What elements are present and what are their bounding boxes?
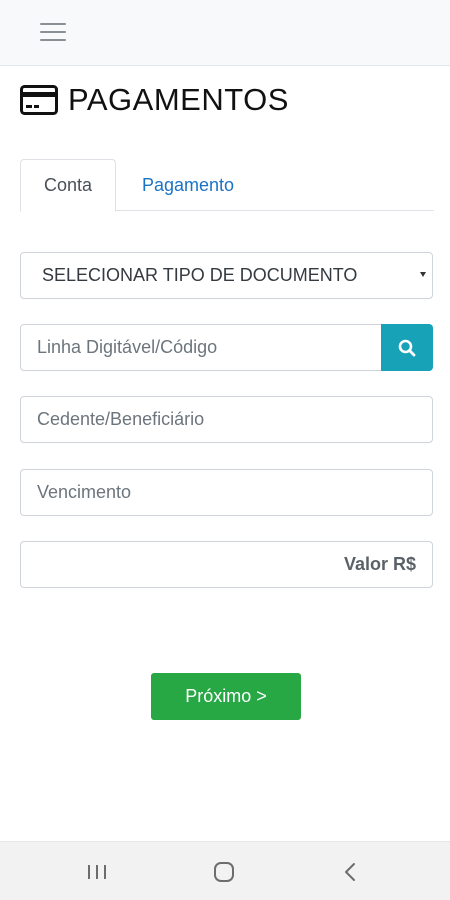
valor-placeholder: Valor R$: [343, 554, 416, 574]
top-bar: [0, 0, 450, 66]
barcode-placeholder: Linha Digitável/Código: [37, 337, 218, 357]
recent-apps-button[interactable]: [67, 842, 127, 900]
page-title: PAGAMENTOS: [68, 82, 289, 117]
next-button[interactable]: Próximo >: [151, 673, 301, 720]
credit-card-icon: [20, 85, 58, 115]
vencimento-placeholder: Vencimento: [37, 482, 132, 502]
search-icon: [398, 339, 416, 356]
page-header: PAGAMENTOS: [20, 80, 289, 120]
document-type-value: SELECIONAR TIPO DE DOCUMENTO: [42, 265, 358, 285]
tab-bar: Conta Pagamento: [20, 159, 434, 212]
search-button[interactable]: [381, 324, 433, 371]
dropdown-caret-icon: [420, 272, 426, 277]
back-icon: [345, 863, 355, 881]
barcode-input[interactable]: Linha Digitável/Código: [20, 324, 382, 371]
tab-conta[interactable]: Conta: [20, 159, 116, 212]
tab-pagamento[interactable]: Pagamento: [120, 159, 256, 211]
recent-apps-icon: [88, 865, 106, 879]
back-button[interactable]: [320, 842, 380, 900]
android-nav-bar: [0, 841, 450, 900]
home-icon: [214, 862, 234, 882]
document-type-select[interactable]: SELECIONAR TIPO DE DOCUMENTO: [20, 252, 433, 299]
vencimento-input[interactable]: Vencimento: [20, 469, 433, 516]
cedente-input[interactable]: Cedente/Beneficiário: [20, 396, 433, 443]
valor-input[interactable]: Valor R$: [20, 541, 433, 588]
cedente-placeholder: Cedente/Beneficiário: [37, 409, 205, 429]
hamburger-menu-icon[interactable]: [40, 22, 66, 42]
home-button[interactable]: [194, 842, 254, 900]
